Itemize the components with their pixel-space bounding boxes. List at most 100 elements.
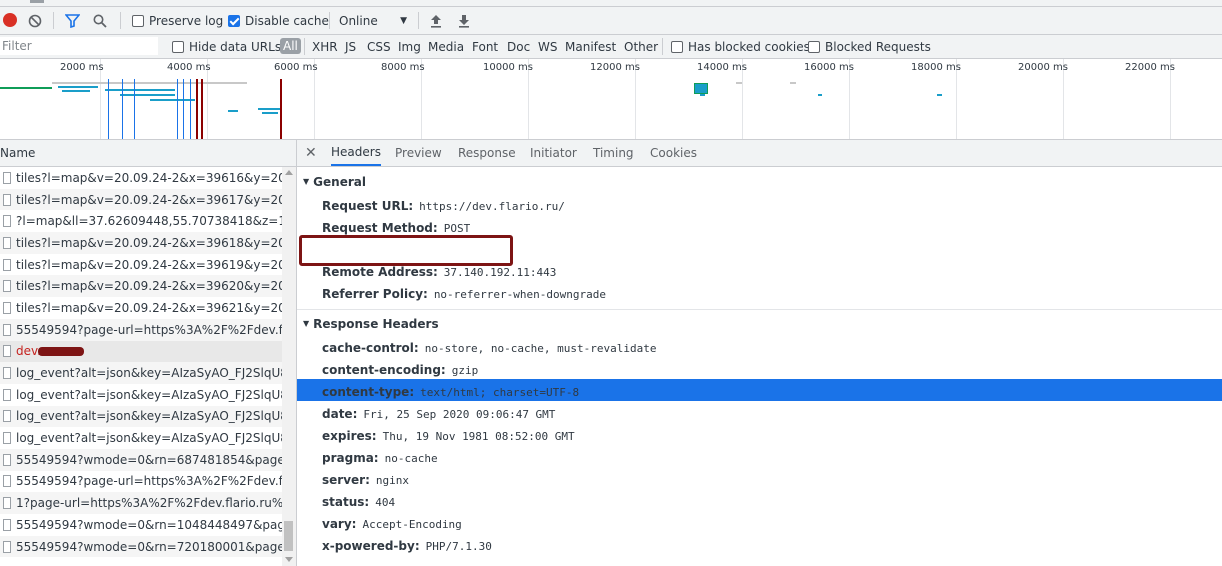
- type-filter-manifest[interactable]: Manifest: [565, 35, 616, 58]
- toolbar-divider: [120, 12, 121, 29]
- filter-icon[interactable]: [65, 7, 80, 34]
- request-row[interactable]: 1?page-url=https%3A%2F%2Fdev.flario.ru%2…: [0, 492, 282, 514]
- file-icon: [3, 453, 11, 466]
- type-filter-font[interactable]: Font: [472, 35, 498, 58]
- response-header-row: vary: Accept-Encoding: [322, 517, 462, 531]
- request-row[interactable]: tiles?l=map&v=20.09.24-2&x=39618&y=20558…: [0, 232, 282, 254]
- checkbox-box[interactable]: [808, 40, 820, 53]
- request-row[interactable]: tiles?l=map&v=20.09.24-2&x=39616&y=20558…: [0, 167, 282, 189]
- throttling-value: Online: [339, 13, 378, 28]
- type-filter-xhr[interactable]: XHR: [312, 35, 338, 58]
- tab-timing[interactable]: Timing: [593, 140, 634, 166]
- response-header-row: content-encoding: gzip: [322, 363, 479, 377]
- general-section-title: General: [313, 174, 366, 189]
- load-event-marker: [196, 79, 198, 139]
- preserve-log-checkbox[interactable]: Preserve log: [132, 7, 223, 34]
- timing-bar: [0, 87, 52, 89]
- file-icon: [3, 301, 11, 314]
- timing-bar: [228, 110, 238, 112]
- name-column-label: Name: [0, 146, 36, 160]
- request-list-panel: Name tiles?l=map&v=20.09.24-2&x=39616&y=…: [0, 140, 297, 566]
- request-row[interactable]: tiles?l=map&v=20.09.24-2&x=39620&y=20558…: [0, 275, 282, 298]
- tick-label: 20000 ms: [1018, 62, 1068, 73]
- has-blocked-cookies-label: Has blocked cookies: [688, 39, 810, 54]
- timing-bar: [790, 82, 796, 84]
- request-row[interactable]: tiles?l=map&v=20.09.24-2&x=39617&y=20558…: [0, 188, 282, 211]
- request-row[interactable]: log_event?alt=json&key=AIzaSyAO_FJ2SlqU8…: [0, 405, 282, 428]
- type-filter-media[interactable]: Media: [428, 35, 464, 58]
- file-icon: [3, 171, 11, 184]
- annotation-highlight-box: [299, 235, 513, 266]
- throttling-select[interactable]: Online ▼: [339, 7, 411, 34]
- request-list-scrollbar[interactable]: [282, 167, 296, 566]
- request-row[interactable]: 55549594?wmode=0&rn=1048448497&page-url=…: [0, 514, 282, 536]
- has-blocked-cookies-checkbox[interactable]: Has blocked cookies: [671, 35, 810, 58]
- tab-headers[interactable]: Headers: [331, 140, 381, 166]
- dom-content-loaded-marker: [190, 79, 191, 139]
- request-row[interactable]: tiles?l=map&v=20.09.24-2&x=39621&y=20558…: [0, 297, 282, 319]
- general-section-header[interactable]: ▼ General: [297, 171, 1222, 192]
- section-divider: [297, 309, 1222, 310]
- scrollbar-thumb[interactable]: [284, 521, 293, 551]
- request-row[interactable]: log_event?alt=json&key=AIzaSyAO_FJ2SlqU8…: [0, 384, 282, 406]
- close-icon[interactable]: ✕: [305, 140, 317, 166]
- tab-preview[interactable]: Preview: [395, 140, 442, 166]
- toolbar-divider: [53, 12, 54, 29]
- checkbox-box-checked[interactable]: [228, 14, 240, 27]
- tab-response[interactable]: Response: [458, 140, 516, 166]
- request-row[interactable]: ?l=map&ll=37.62609448,55.70738418&z=16&l…: [0, 210, 282, 232]
- request-row[interactable]: log_event?alt=json&key=AIzaSyAO_FJ2SlqU8…: [0, 427, 282, 449]
- tick-label: 10000 ms: [483, 62, 533, 73]
- request-row[interactable]: 55549594?wmode=0&rn=720180001&page-url=h…: [0, 535, 282, 558]
- type-filter-css[interactable]: CSS: [367, 35, 391, 58]
- request-row[interactable]: 55549594?page-url=https%3A%2F%2Fdev.flar…: [0, 471, 282, 493]
- hide-data-urls-checkbox[interactable]: Hide data URLs: [172, 35, 281, 58]
- file-icon: [3, 280, 11, 293]
- file-icon: [3, 388, 11, 401]
- search-icon[interactable]: [93, 7, 107, 34]
- type-filter-all[interactable]: All: [280, 38, 301, 54]
- checkbox-box[interactable]: [132, 14, 144, 27]
- request-row-selected[interactable]: dev.: [0, 340, 282, 363]
- type-filter-img[interactable]: Img: [398, 35, 421, 58]
- network-overview[interactable]: 2000 ms 4000 ms 6000 ms 8000 ms 10000 ms…: [0, 59, 1222, 140]
- response-headers-section-header[interactable]: ▼ Response Headers: [297, 313, 1222, 334]
- type-filter-ws[interactable]: WS: [538, 35, 557, 58]
- timing-bar: [818, 94, 822, 96]
- dom-content-loaded-marker: [108, 79, 109, 139]
- response-header-row: status: 404: [322, 495, 396, 509]
- import-har-icon[interactable]: [430, 7, 442, 34]
- type-filter-other[interactable]: Other: [624, 35, 658, 58]
- clear-icon[interactable]: [28, 7, 42, 34]
- checkbox-box[interactable]: [172, 40, 184, 53]
- type-filter-doc[interactable]: Doc: [507, 35, 530, 58]
- scroll-up-arrow-icon[interactable]: [285, 170, 293, 175]
- type-filter-js[interactable]: JS: [345, 35, 356, 58]
- timing-bar: [736, 82, 742, 84]
- blocked-requests-checkbox[interactable]: Blocked Requests: [808, 35, 931, 58]
- scroll-down-arrow-icon[interactable]: [285, 557, 293, 562]
- file-icon: [3, 236, 11, 249]
- tab-initiator[interactable]: Initiator: [530, 140, 577, 166]
- devtools-top-strip: [0, 0, 1222, 7]
- request-row[interactable]: 55549594?page-url=https%3A%2F%2Fdev.flar…: [0, 318, 282, 341]
- timing-bar: [120, 94, 175, 96]
- request-row[interactable]: log_event?alt=json&key=AIzaSyAO_FJ2SlqU8…: [0, 362, 282, 384]
- tab-cookies[interactable]: Cookies: [650, 140, 697, 166]
- request-row[interactable]: tiles?l=map&v=20.09.24-2&x=39619&y=20558…: [0, 254, 282, 276]
- tick-label: 4000 ms: [167, 62, 211, 73]
- response-header-row: cache-control: no-store, no-cache, must-r…: [322, 341, 657, 355]
- name-column-header[interactable]: Name: [0, 140, 296, 167]
- file-icon: [3, 497, 11, 510]
- record-button[interactable]: [3, 13, 17, 27]
- response-headers-title: Response Headers: [313, 316, 439, 331]
- file-icon: [3, 367, 11, 380]
- checkbox-box[interactable]: [671, 40, 683, 53]
- request-row[interactable]: 55549594?wmode=0&rn=687481854&page-url=h…: [0, 448, 282, 471]
- export-har-icon[interactable]: [458, 7, 470, 34]
- tick-label: 6000 ms: [274, 62, 318, 73]
- timing-bar: [62, 90, 90, 92]
- toolbar-divider: [418, 12, 419, 29]
- disable-cache-checkbox[interactable]: Disable cache: [228, 7, 329, 34]
- filter-input[interactable]: [0, 37, 158, 55]
